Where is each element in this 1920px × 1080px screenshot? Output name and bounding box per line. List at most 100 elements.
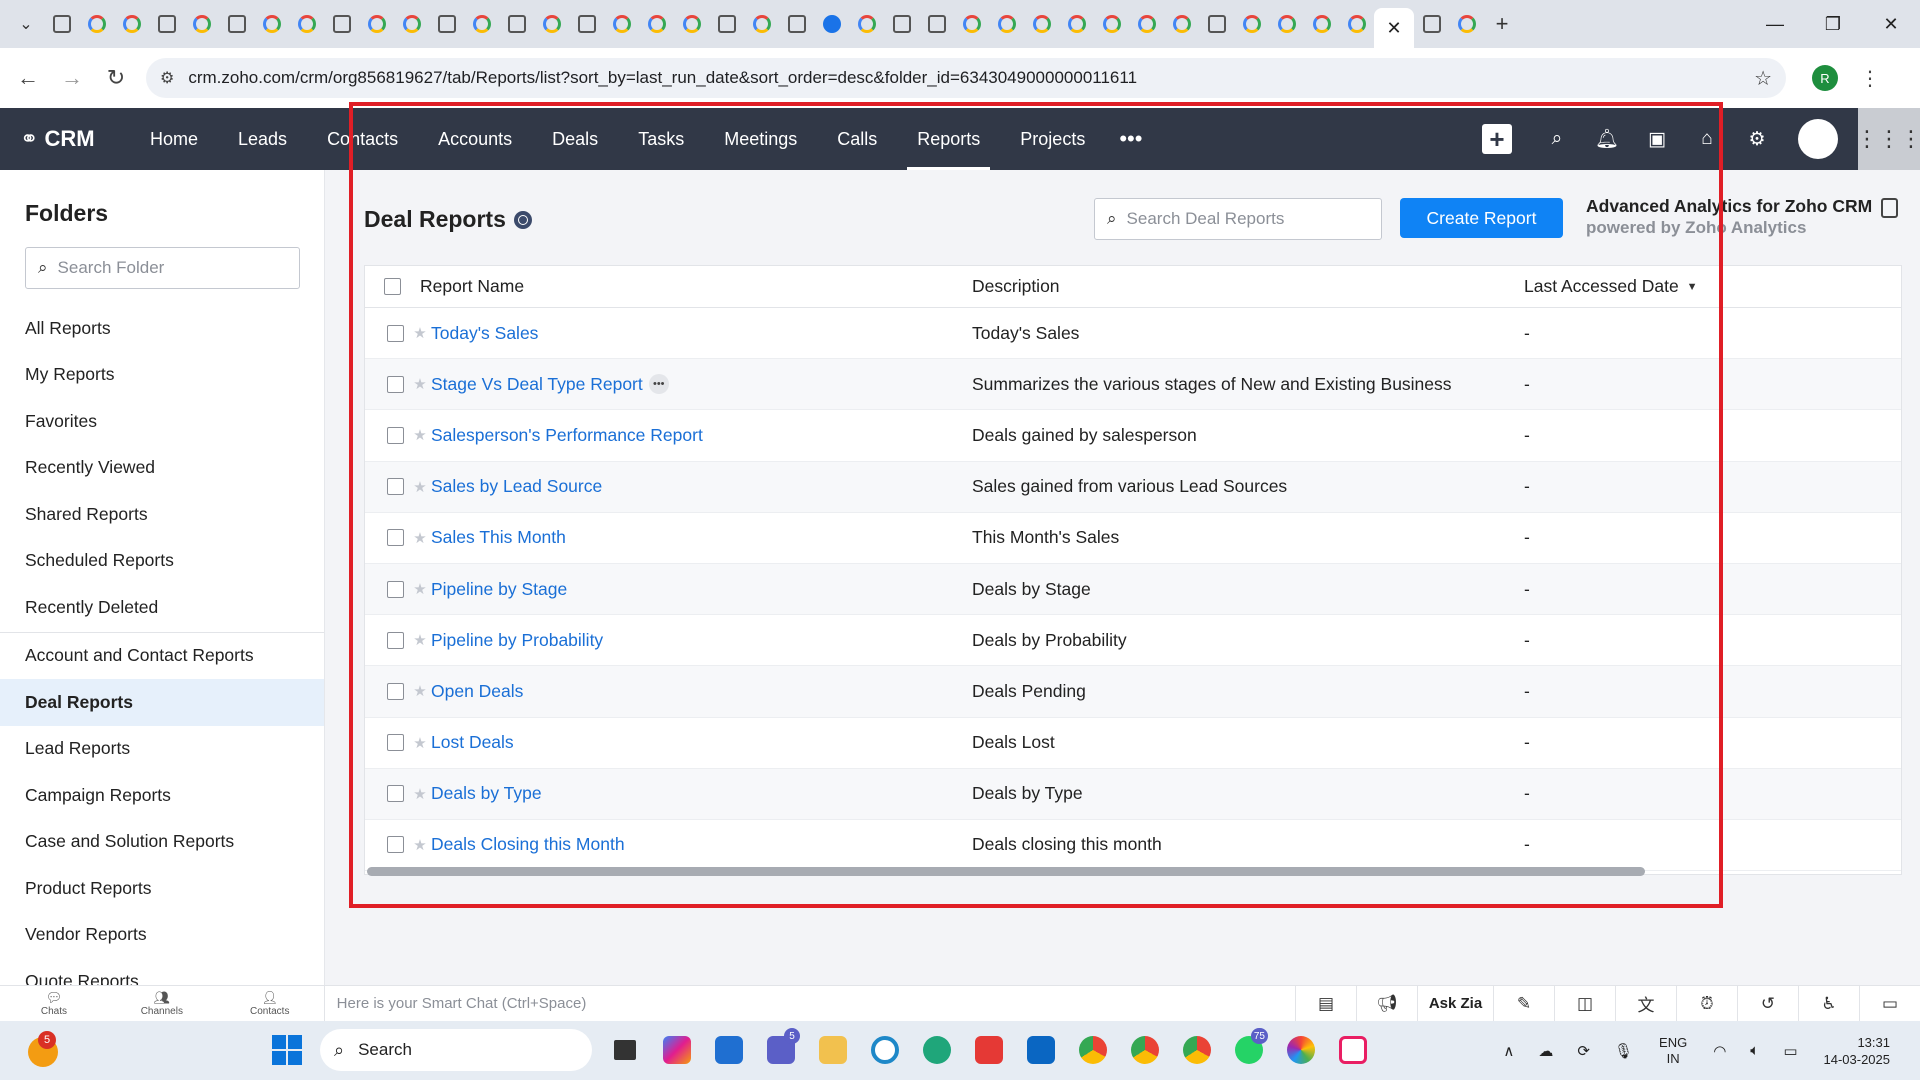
chrome-icon[interactable] [1176,1030,1218,1070]
restore-icon[interactable]: ❐ [1804,0,1862,48]
contacts-tab[interactable]: 👤︎ Contacts [216,986,324,1022]
profile-avatar[interactable]: R [1812,65,1838,91]
url-text[interactable]: crm.zoho.com/crm/org856819627/tab/Report… [188,68,1754,88]
favorite-star-icon[interactable]: ★ [409,426,431,444]
feedback-icon[interactable]: ▭ [1859,985,1920,1022]
folder-item[interactable]: Deal Reports [0,679,324,726]
browser-tab[interactable] [534,6,569,42]
row-checkbox[interactable] [387,631,404,649]
nav-tab-contacts[interactable]: Contacts [307,108,418,170]
crm-brand[interactable]: ⚭ CRM [0,126,120,152]
folder-item[interactable]: Campaign Reports [0,772,324,819]
report-name-link[interactable]: Lost Deals [431,732,514,753]
address-bar[interactable]: ⚙ crm.zoho.com/crm/org856819627/tab/Repo… [146,58,1786,98]
browser-tab[interactable] [114,6,149,42]
report-name-link[interactable]: Stage Vs Deal Type Report [431,374,643,395]
report-name-link[interactable]: Salesperson's Performance Report [431,425,703,446]
snipping-tool-icon[interactable] [1332,1030,1374,1070]
folder-item[interactable]: All Reports [0,305,324,352]
browser-tab[interactable] [149,6,184,42]
whatsapp-icon[interactable]: 75 [1228,1028,1270,1070]
chats-tab[interactable]: 💬︎ Chats [0,986,108,1022]
folder-item[interactable]: My Reports [0,352,324,399]
browser-tab[interactable] [1129,6,1164,42]
analytics-help-icon[interactable] [1881,198,1898,218]
minimize-icon[interactable]: — [1746,0,1804,48]
marketplace-icon[interactable]: ⌂ [1682,108,1732,170]
weather-widget[interactable]: 5 [22,1029,66,1073]
browser-tab[interactable] [639,6,674,42]
table-row[interactable]: ★ Lost Deals Deals Lost - [365,718,1901,769]
speaker-icon[interactable]: 🔈︎ [1750,1042,1759,1059]
browser-tab[interactable] [289,6,324,42]
column-header-last-accessed[interactable]: Last Accessed Date ▼ [1524,276,1901,297]
cortana-icon[interactable] [864,1030,906,1070]
favorite-star-icon[interactable]: ★ [409,631,431,649]
windows-start-icon[interactable] [272,1035,302,1065]
row-checkbox[interactable] [387,529,404,547]
notes-icon[interactable]: ▤ [1295,985,1356,1022]
browser-tab[interactable] [569,6,604,42]
browser-tab[interactable] [954,6,989,42]
browser-tab[interactable] [324,6,359,42]
chevron-up-icon[interactable]: ∧ [1503,1042,1514,1060]
row-checkbox[interactable] [387,375,404,393]
browser-tab[interactable] [429,6,464,42]
browser-tab[interactable] [219,6,254,42]
report-name-link[interactable]: Deals Closing this Month [431,834,625,855]
favorite-star-icon[interactable]: ★ [409,324,431,342]
onedrive-cloud-icon[interactable]: ☁ [1538,1042,1553,1060]
forward-arrow-icon[interactable]: → [50,58,94,98]
taskbar-search[interactable]: ⌕ Search [320,1029,592,1071]
analytics-title[interactable]: Advanced Analytics for Zoho CRM [1586,196,1906,217]
translate-icon[interactable]: 文 [1615,985,1676,1022]
gear-icon[interactable]: ⚙ [1732,108,1782,170]
table-row[interactable]: ★ Today's Sales Today's Sales - [365,308,1901,360]
table-row[interactable]: ★ Sales by Lead Source Sales gained from v… [365,461,1901,513]
folder-search-box[interactable]: ⌕ [25,247,300,289]
folder-item[interactable]: Scheduled Reports [0,538,324,585]
table-row[interactable]: ★ Salesperson's Performance Report Deals g… [365,410,1901,462]
history-icon[interactable]: ↺ [1737,985,1798,1022]
browser-tab[interactable] [779,6,814,42]
calendar-icon[interactable]: ▣ [1632,108,1682,170]
browser-tab[interactable] [1269,6,1304,42]
wps-icon[interactable] [968,1030,1010,1070]
photos-icon[interactable] [1280,1030,1322,1070]
folder-item[interactable]: Recently Viewed [0,445,324,492]
file-explorer-icon[interactable] [812,1030,854,1070]
report-name-link[interactable]: Pipeline by Probability [431,630,603,651]
row-more-options-icon[interactable]: ••• [648,374,669,395]
nav-tab-accounts[interactable]: Accounts [418,108,532,170]
row-checkbox[interactable] [387,426,404,444]
browser-tab[interactable] [1304,6,1339,42]
teams-icon[interactable]: 5 [760,1028,802,1070]
folder-item[interactable]: Account and Contact Reports [0,633,324,680]
table-row[interactable]: ★ Pipeline by Stage Deals by Stage - [365,563,1901,616]
browser-tab[interactable] [499,6,534,42]
table-row[interactable]: ★ Open Deals Deals Pending - [365,666,1901,718]
browser-tab[interactable] [1339,6,1374,42]
row-checkbox[interactable] [387,785,404,803]
browser-tab[interactable] [884,6,919,42]
browser-tab[interactable] [1234,6,1269,42]
table-row[interactable]: ★ Sales This Month This Month's Sales - [365,513,1901,564]
close-window-icon[interactable]: ✕ [1862,0,1920,48]
nav-tab-leads[interactable]: Leads [218,108,307,170]
site-settings-icon[interactable]: ⚙ [160,68,174,88]
folder-item[interactable]: Case and Solution Reports [0,819,324,866]
nav-tab-tasks[interactable]: Tasks [618,108,704,170]
smart-chat-input[interactable]: Here is your Smart Chat (Ctrl+Space) [323,985,1295,1022]
quick-create-plus-icon[interactable]: + [1482,124,1512,154]
browser-tab[interactable] [44,6,79,42]
sync-icon[interactable]: ⟳ [1577,1042,1590,1060]
edge-icon[interactable] [916,1030,958,1070]
browser-tab[interactable] [919,6,954,42]
battery-icon[interactable]: ▭ [1783,1042,1797,1060]
report-name-link[interactable]: Today's Sales [431,323,538,344]
chrome-active-icon[interactable] [1124,1030,1166,1070]
folder-search-input[interactable] [57,258,278,278]
store-icon[interactable] [708,1030,750,1070]
ask-zia-button[interactable]: Ask Zia [1417,985,1493,1022]
row-checkbox[interactable] [387,836,404,854]
